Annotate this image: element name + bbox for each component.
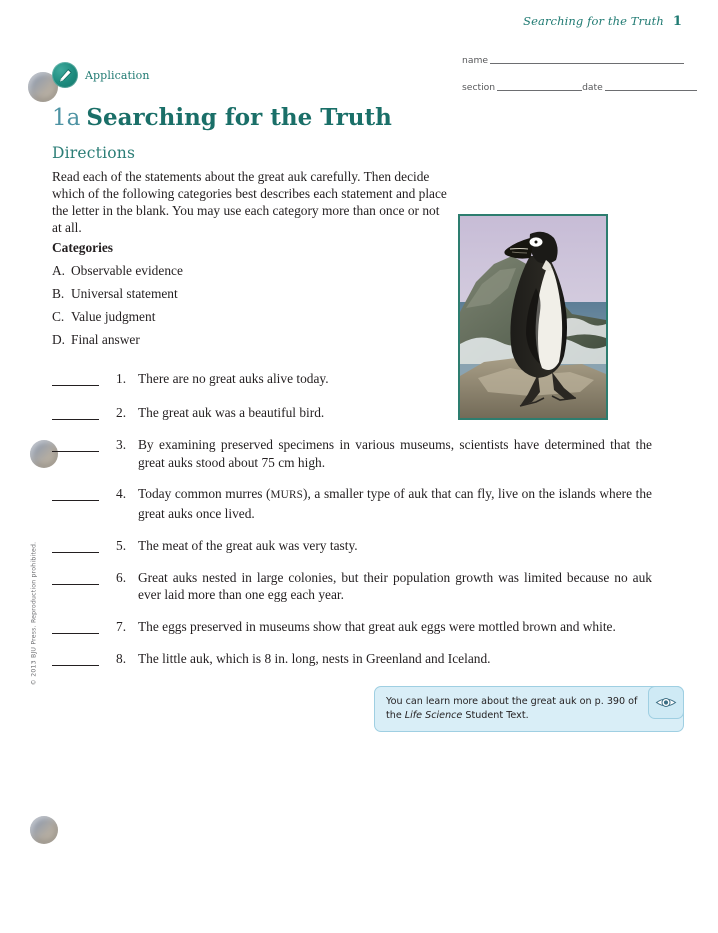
question-number: 1. [116, 371, 127, 386]
category-label: Final answer [71, 332, 140, 347]
question-text: By examining preserved specimens in vari… [138, 437, 652, 470]
lesson-title: Searching for the Truth [86, 104, 392, 131]
lesson-number: 1a [52, 105, 81, 131]
callout-text: You can learn more about the great auk o… [375, 687, 648, 731]
answer-blank[interactable] [52, 652, 99, 666]
question-text: Great auks nested in large colonies, but… [138, 569, 652, 603]
section-label: section [462, 82, 496, 94]
list-item: A. Observable evidence [52, 259, 382, 282]
category-letter: B. [52, 286, 65, 301]
section-input-line[interactable] [497, 89, 583, 92]
question-text: The eggs preserved in museums show that … [138, 618, 616, 634]
student-info-block: name section date [462, 56, 697, 110]
name-label: name [462, 55, 489, 66]
question-text: Today common murres (MURS), a smaller ty… [138, 485, 652, 522]
question-number: 6. [116, 569, 127, 585]
running-header-title: Searching for the Truth [523, 14, 664, 28]
question-number: 7. [116, 618, 127, 634]
question-text: The great auk was a beautiful bird. [138, 404, 325, 420]
question-text: The little auk, which is 8 in. long, nes… [138, 651, 491, 666]
question-number: 8. [116, 651, 127, 666]
question-text: There are no great auks alive today. [138, 371, 329, 386]
eye-icon[interactable] [648, 686, 684, 719]
application-badge: Application [52, 62, 150, 88]
date-label: date [582, 82, 603, 94]
name-row: name [462, 56, 684, 65]
question-text-smallcaps: MURS [270, 489, 304, 501]
list-item: 4. Today common murres (MURS), a smaller… [52, 485, 652, 522]
list-item: D. Final answer [52, 328, 382, 351]
list-item: 2. The great auk was a beautiful bird. [52, 404, 652, 422]
answer-blank[interactable] [52, 487, 99, 501]
answer-blank[interactable] [52, 539, 99, 553]
categories-list: A. Observable evidence B. Universal stat… [52, 259, 382, 351]
answer-blank[interactable] [52, 571, 99, 585]
question-list: 1. There are no great auks alive today. … [52, 370, 652, 680]
name-input-line[interactable] [490, 62, 684, 65]
list-item: 8. The little auk, which is 8 in. long, … [52, 650, 652, 668]
category-label: Value judgment [71, 309, 156, 324]
question-number: 2. [116, 404, 127, 420]
application-badge-label: Application [85, 68, 150, 82]
question-number: 3. [116, 437, 127, 452]
worksheet-page: Searching for the Truth 1 name section d… [0, 0, 718, 933]
pencil-icon [52, 62, 78, 88]
callout-text-after: Student Text. [462, 710, 529, 721]
reference-callout: You can learn more about the great auk o… [374, 686, 684, 732]
answer-blank[interactable] [52, 620, 99, 634]
answer-blank[interactable] [52, 438, 99, 452]
list-item: 1. There are no great auks alive today. [52, 370, 652, 388]
page-title: 1a Searching for the Truth [52, 104, 392, 131]
category-letter: A. [52, 263, 66, 278]
callout-book-title: Life Science [404, 710, 463, 721]
category-label: Observable evidence [71, 263, 183, 278]
category-letter: C. [52, 309, 65, 324]
page-number: 1 [672, 14, 682, 29]
list-item: B. Universal statement [52, 282, 382, 305]
list-item: 5. The meat of the great auk was very ta… [52, 537, 652, 555]
copyright-notice: © 2013 BJU Press. Reproduction prohibite… [30, 541, 38, 686]
list-item: 6. Great auks nested in large colonies, … [52, 569, 652, 604]
date-input-line[interactable] [604, 89, 697, 92]
directions-heading: Directions [52, 144, 136, 162]
directions-body: Read each of the statements about the gr… [52, 169, 447, 235]
question-number: 5. [116, 538, 127, 553]
list-item: 7. The eggs preserved in museums show th… [52, 618, 652, 636]
list-item: C. Value judgment [52, 305, 382, 328]
running-header: Searching for the Truth 1 [523, 14, 682, 29]
section-date-row: section date [462, 82, 697, 94]
answer-blank[interactable] [52, 372, 99, 386]
category-label: Universal statement [71, 286, 178, 301]
category-letter: D. [52, 332, 66, 347]
question-text: The meat of the great auk was very tasty… [138, 538, 358, 553]
decorative-sphere-bottom [30, 816, 58, 844]
answer-blank[interactable] [52, 406, 99, 420]
question-text-before: Today common murres ( [138, 486, 271, 501]
question-number: 4. [116, 486, 127, 501]
list-item: 3. By examining preserved specimens in v… [52, 436, 652, 471]
categories-heading: Categories [52, 240, 113, 255]
